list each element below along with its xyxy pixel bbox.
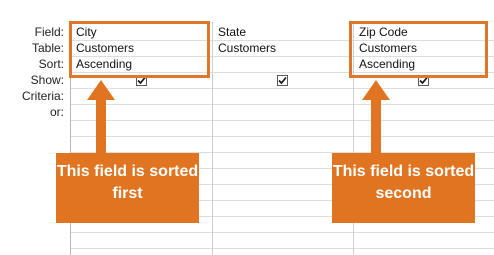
or-row-label: or: xyxy=(49,105,64,119)
table-row-label: Table: xyxy=(31,41,64,55)
sort-row-label: Sort: xyxy=(38,57,64,71)
criteria-row-label: Criteria: xyxy=(21,89,64,103)
state-table-cell[interactable]: Customers xyxy=(213,40,354,56)
arrow-up-icon xyxy=(87,80,115,156)
callout-sorted-second: This field is sorted second xyxy=(332,153,475,223)
show-row-label: Show: xyxy=(30,73,64,87)
state-field-cell[interactable]: State xyxy=(213,24,354,40)
field-row-label: Field: xyxy=(34,25,64,39)
zip-highlight-box xyxy=(349,21,488,78)
city-highlight-box xyxy=(69,21,210,78)
state-sort-cell[interactable] xyxy=(213,56,354,72)
state-show-checkbox[interactable] xyxy=(277,75,288,86)
callout-sorted-first: This field is sorted first xyxy=(56,153,199,223)
checkmark-icon xyxy=(278,76,287,85)
row-labels: Field: Table: Sort: Show: Criteria: or: xyxy=(0,24,66,120)
arrow-up-icon xyxy=(362,80,390,156)
